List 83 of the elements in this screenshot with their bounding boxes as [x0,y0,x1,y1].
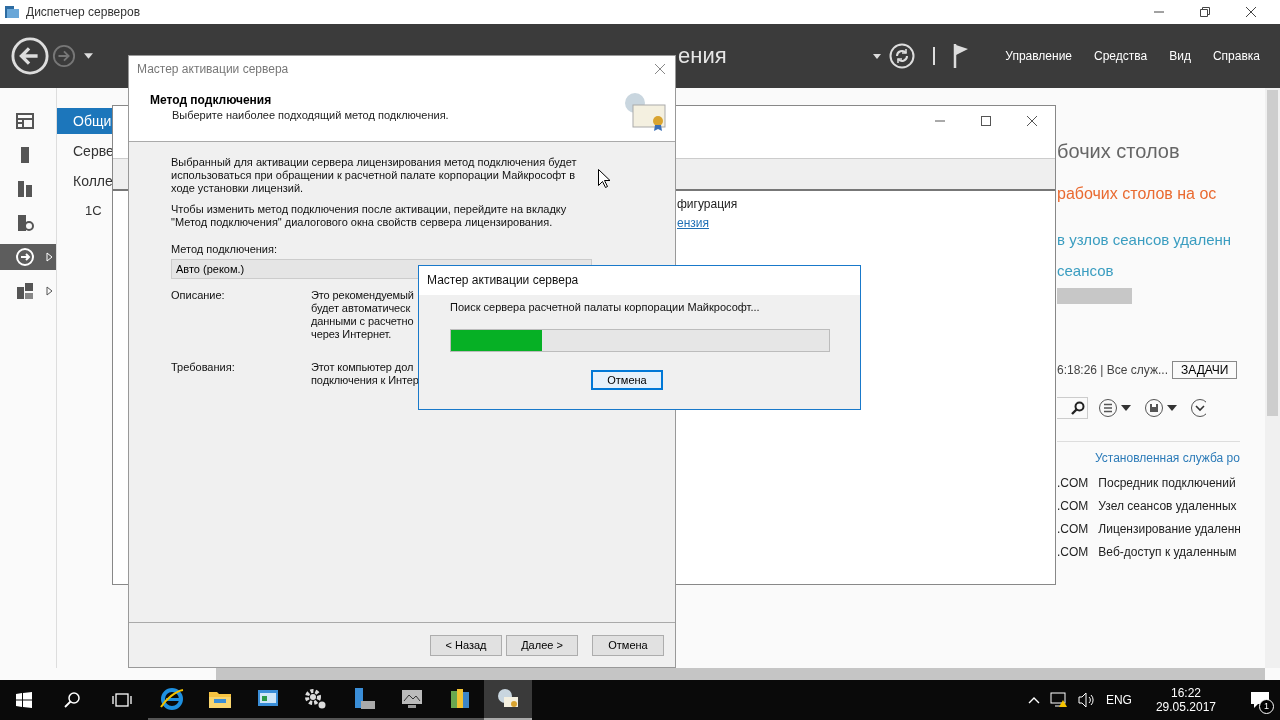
divider-icon [933,47,936,65]
menu-item[interactable]: Вид [1169,49,1191,63]
storage-icon [16,214,34,232]
certificate-icon [623,91,667,131]
clock[interactable]: 16:22 29.05.2017 [1155,686,1216,714]
status-text: 6:18:26 | Все служ... [1057,363,1168,377]
scroll-thumb[interactable] [1057,288,1132,304]
field-label: Описание: [171,289,226,303]
monitor-icon [400,687,424,711]
caret-icon[interactable] [873,53,882,59]
tasks-button[interactable]: ЗАДАЧИ [1172,361,1238,379]
dialog-button[interactable]: Далее > [506,634,578,656]
browser-icon [160,687,184,711]
description-line: Этот компьютер дол [311,361,415,374]
save-icon[interactable] [1144,398,1180,418]
back-icon[interactable] [11,37,49,75]
description-line: Это рекомендуемый [311,289,414,302]
dialog-button[interactable]: Отмена [592,634,664,656]
page-heading: Метод подключения [150,93,273,107]
table-cell: .COM [1057,499,1089,513]
description-line: данными с расчетно [311,315,414,328]
status-message: Поиск сервера расчетной палаты корпорации Майкрософт... [450,301,761,313]
books-icon [448,687,472,711]
menu-item[interactable]: Управление [1005,49,1073,63]
dialog-title: Мастер активации сервера [137,61,289,76]
close-icon[interactable] [1027,116,1037,126]
window-title: Диспетчер серверов [26,5,141,19]
search-icon [1071,401,1085,415]
table-cell: Веб-доступ к удаленным [1098,545,1237,559]
dialog-title: Мастер активации сервера [419,266,860,295]
chevron-icon[interactable] [1190,398,1206,418]
taskbar-app[interactable] [484,680,532,720]
table-cell: Лицензирование удаленн [1098,522,1240,536]
remote-icon [16,248,34,266]
clock-time: 16:22 [1170,686,1201,700]
page-subheading: Выберите наиболее подходящий метод подключения. [171,109,449,121]
close-icon[interactable] [1246,7,1256,17]
clock-date: 29.05.2017 [1155,700,1216,714]
chevron-up-icon[interactable] [1027,696,1040,704]
refresh-icon[interactable] [889,43,916,69]
breadcrumb: ения [678,43,727,69]
paragraph: Чтобы изменить метод подключения после активации, перейдите на вкладку "Метод подключения" диалогового окна свойств сервера лицензирования. [171,203,568,229]
description-line: через Интернет. [311,328,393,341]
start-icon[interactable] [16,692,32,708]
app-icon [4,4,20,20]
maximize-icon[interactable] [981,116,991,126]
search-icon[interactable] [64,692,80,708]
menu-item[interactable]: Средства [1094,49,1148,63]
table-cell: Узел сеансов удаленных [1098,499,1237,513]
expand-icon[interactable] [46,286,53,296]
gear-icon [304,687,328,711]
flag-icon[interactable] [953,44,970,68]
vertical-scrollbar[interactable] [1265,88,1280,668]
volume-icon[interactable] [1077,692,1096,708]
forward-icon[interactable] [52,44,76,68]
restore-icon[interactable] [1200,7,1210,17]
search-field[interactable] [1057,397,1088,419]
mouse-cursor-icon [598,169,610,188]
cancel-button[interactable]: Отмена [591,370,663,390]
dashboard-icon [16,112,34,130]
paragraph: Выбранный для активации сервера лицензирования метод подключения будет использоваться при обращении к расчетной палате корпорации Майкрософт в ходе установки лицензий. [171,156,578,195]
notification-count: 1 [1259,699,1274,714]
field-label: Метод подключения: [171,243,278,255]
table-cell: .COM [1057,476,1089,490]
license-link[interactable]: ензия [677,216,1055,230]
column-header: фигурация [677,197,739,211]
network-icon[interactable] [1049,692,1068,708]
table-cell: Посредник подключений [1098,476,1236,490]
section-heading: бочих столов [1057,140,1181,163]
dialog-button[interactable]: < Назад [430,634,502,656]
caret-icon[interactable] [84,53,93,59]
list-icon[interactable] [1098,398,1134,418]
language-indicator[interactable]: ENG [1105,693,1132,707]
menu-item[interactable]: Справка [1212,49,1260,63]
description-line: будет автоматическ [311,302,412,315]
table-cell: .COM [1057,522,1089,536]
task-view-icon[interactable] [112,692,132,708]
field-label: Требования: [171,361,236,375]
description-line: подключения к Интер [311,374,419,387]
column-header[interactable]: Установленная служба ро [1095,451,1240,465]
horizontal-scrollbar[interactable] [216,668,1265,680]
table-cell: .COM [1057,545,1089,559]
nav-item[interactable] [0,244,56,270]
